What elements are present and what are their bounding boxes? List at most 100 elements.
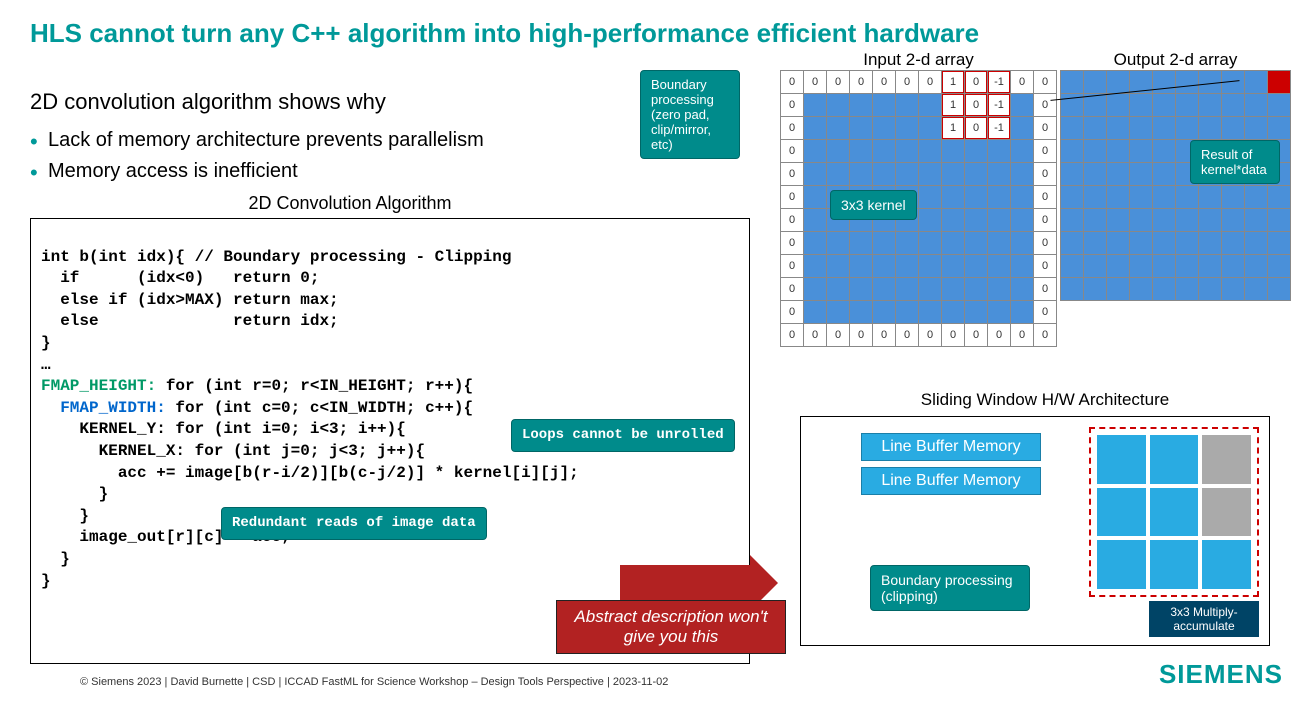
grid-cell [1199,232,1221,254]
output-grid [1060,70,1291,301]
grid-cell: 0 [1034,117,1056,139]
grid-cell [804,255,826,277]
grid-cell [1176,117,1198,139]
grid-cell: 0 [965,94,987,116]
output-array-title: Output 2-d array [1060,50,1291,70]
grid-cell [1245,186,1267,208]
grid-cell [1199,278,1221,300]
grid-cell [1107,278,1129,300]
code-line: int b(int idx){ // Boundary processing -… [41,248,511,266]
mac-node [1097,435,1146,484]
mac-node [1202,488,1251,537]
grid-cell [896,94,918,116]
input-array: Input 2-d array 000000010-100010-10010-1… [780,50,1057,347]
grid-cell [1130,117,1152,139]
grid-cell: 0 [873,324,895,346]
grid-cell [1268,94,1290,116]
code-block-title: 2D Convolution Algorithm [30,187,670,214]
grid-cell [965,301,987,323]
grid-cell [1176,255,1198,277]
grid-cell [1153,163,1175,185]
code-label: FMAP_WIDTH: [41,399,166,417]
grid-cell [1268,255,1290,277]
grid-cell: 0 [781,232,803,254]
mac-label: 3x3 Multiply-accumulate [1149,601,1259,637]
grid-cell [1176,71,1198,93]
grid-cell [873,94,895,116]
siemens-logo: SIEMENS [1159,659,1283,690]
grid-cell [827,255,849,277]
callout-kernel: 3x3 kernel [830,190,917,220]
grid-cell [1153,209,1175,231]
grid-cell [1222,255,1244,277]
grid-cell [896,255,918,277]
grid-cell [942,186,964,208]
grid-cell [1107,163,1129,185]
grid-cell [919,163,941,185]
mac-node [1202,540,1251,589]
grid-cell [1011,94,1033,116]
code-line: else return idx; [41,312,339,330]
grid-cell [804,117,826,139]
grid-cell: 0 [1034,278,1056,300]
grid-cell [1107,94,1129,116]
grid-cell: 0 [781,209,803,231]
grid-cell [965,255,987,277]
grid-cell: 0 [781,71,803,93]
grid-cell [804,186,826,208]
grid-cell [1011,278,1033,300]
callout-redundant: Redundant reads of image data [221,507,487,540]
grid-cell [1130,163,1152,185]
mac-node [1097,540,1146,589]
grid-cell [1199,94,1221,116]
grid-cell: 0 [781,163,803,185]
hw-title: Sliding Window H/W Architecture [800,390,1290,416]
grid-cell: 0 [896,324,918,346]
grid-cell [827,163,849,185]
grid-cell: 0 [850,71,872,93]
grid-cell: 0 [1034,232,1056,254]
code-label: FMAP_HEIGHT: [41,377,156,395]
line-buffer: Line Buffer Memory [861,467,1041,495]
code-line: for (int r=0; r<IN_HEIGHT; r++){ [156,377,473,395]
grid-cell [1245,255,1267,277]
grid-cell [919,94,941,116]
grid-cell [919,232,941,254]
grid-cell [1061,71,1083,93]
grid-cell [804,94,826,116]
grid-cell: 0 [850,324,872,346]
hw-diagram: Line Buffer Memory Line Buffer Memory 3x… [800,416,1270,646]
grid-cell [942,209,964,231]
grid-cell [1084,232,1106,254]
grid-cell [919,209,941,231]
grid-cell [942,255,964,277]
grid-cell [873,255,895,277]
grid-cell [1011,163,1033,185]
grid-cell [919,255,941,277]
mac-node [1150,540,1199,589]
grid-cell [1011,186,1033,208]
grid-cell: 0 [988,324,1010,346]
input-array-title: Input 2-d array [780,50,1057,70]
grid-cell [1268,117,1290,139]
grid-cell [1130,186,1152,208]
grid-cell [850,117,872,139]
mac-node [1150,435,1199,484]
mac-node [1150,488,1199,537]
grid-cell: 0 [1034,163,1056,185]
grid-cell: 0 [1011,71,1033,93]
grid-cell [1176,94,1198,116]
grid-cell: 0 [965,71,987,93]
grid-cell [919,301,941,323]
grid-cell [1199,117,1221,139]
grid-cell [942,140,964,162]
grid-cell [1084,117,1106,139]
grid-cell [1061,117,1083,139]
grid-cell [965,186,987,208]
grid-cell [988,140,1010,162]
grid-cell [1176,186,1198,208]
grid-cell [919,140,941,162]
code-line: } [41,550,70,568]
grid-cell [1084,209,1106,231]
grid-cell [1107,71,1129,93]
